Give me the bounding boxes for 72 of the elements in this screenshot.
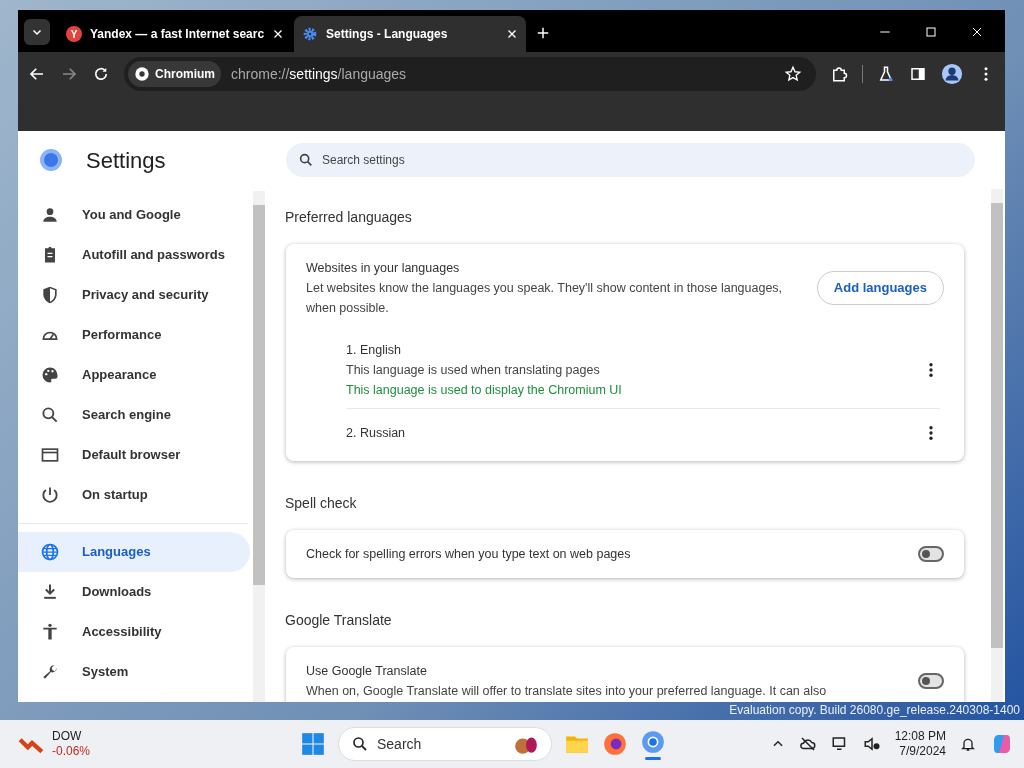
sidebar-item[interactable]: Downloads <box>18 572 250 612</box>
language-name: 1. English <box>346 342 402 359</box>
search-icon <box>40 405 60 425</box>
palette-icon <box>40 365 60 385</box>
sidebar-item[interactable]: Privacy and security <box>18 275 250 315</box>
star-icon[interactable] <box>784 65 802 83</box>
accessibility-icon <box>40 622 60 642</box>
forward-arrow-icon <box>60 65 78 83</box>
sidebar-item[interactable]: Search engine <box>18 395 250 435</box>
section-heading: Google Translate <box>285 611 393 630</box>
new-tab-icon[interactable] <box>536 26 551 40</box>
card-title: Use Google Translate <box>306 663 428 680</box>
sidebar-item[interactable]: You and Google <box>18 195 250 235</box>
shield-icon <box>40 285 60 305</box>
toggle-switch[interactable] <box>918 673 944 689</box>
chromium-logo-icon <box>134 66 150 82</box>
url-text: chrome://settings/languages <box>231 64 408 84</box>
clock-date: 7/9/2024 <box>899 744 946 759</box>
chromium-logo-icon <box>40 149 62 171</box>
sidebar-item[interactable]: Accessibility <box>18 612 250 652</box>
ticker-name: DOW <box>52 729 83 744</box>
sidebar-item[interactable]: On startup <box>18 475 250 515</box>
flask-icon[interactable] <box>877 65 895 83</box>
settings-title: Settings <box>86 146 166 175</box>
section-heading: Preferred languages <box>285 208 413 227</box>
power-icon <box>40 485 60 505</box>
browser-window-icon <box>40 445 60 465</box>
speaker-muted-icon[interactable] <box>862 735 881 753</box>
yandex-logo-icon: Y <box>66 26 82 42</box>
sidebar-item[interactable]: Autofill and passwords <box>18 235 250 275</box>
language-ui-note: This language is used to display the Chromium UI <box>346 382 623 399</box>
toggle-switch[interactable] <box>918 546 944 562</box>
sidebar-item[interactable]: Default browser <box>18 435 250 475</box>
cloud-off-icon[interactable] <box>798 735 817 753</box>
search-icon <box>351 735 369 753</box>
side-panel-icon[interactable] <box>909 65 927 83</box>
site-chip[interactable]: Chromium <box>128 61 221 87</box>
search-icon <box>298 152 314 168</box>
maximize-icon[interactable] <box>923 24 939 40</box>
extensions-icon[interactable] <box>830 65 848 83</box>
reload-icon[interactable] <box>92 65 110 83</box>
card-description: Let websites know the languages you speak. They'll show content in those languages, when possible. <box>306 280 784 317</box>
watermark-text: Evaluation copy. Build 26080.ge_release.240308-1400 <box>729 702 1020 719</box>
language-note: This language is used when translating pages <box>346 362 601 379</box>
chromium-logo-icon[interactable] <box>640 728 666 755</box>
sidebar-item[interactable]: Appearance <box>18 355 250 395</box>
person-icon <box>40 205 60 225</box>
address-bar[interactable]: Chromium chrome://settings/languages <box>124 57 816 91</box>
close-icon[interactable] <box>506 28 519 40</box>
clock-time: 12:08 PM <box>894 729 946 744</box>
language-name: 2. Russian <box>346 425 407 442</box>
ticker-change: -0.06% <box>52 744 91 759</box>
browser-tab[interactable]: Settings - Languages <box>294 16 527 52</box>
profile-avatar-icon[interactable] <box>941 63 963 85</box>
taskbar-search-bar[interactable]: Search <box>338 727 552 761</box>
card-description: When on, Google Translate will offer to translate sites into your preferred language. It can also <box>306 683 828 700</box>
sidebar-item[interactable]: Performance <box>18 315 250 355</box>
sidebar-item[interactable]: System <box>18 652 250 692</box>
card-title: Websites in your languages <box>306 260 461 277</box>
search-field[interactable]: Search settings <box>322 151 963 169</box>
globe-icon <box>40 542 60 562</box>
section-heading: Spell check <box>285 494 358 513</box>
sidebar-item[interactable]: Languages <box>18 532 250 572</box>
back-arrow-icon[interactable] <box>28 65 46 83</box>
settings-icon <box>302 26 319 42</box>
tab-search-button[interactable] <box>24 19 50 45</box>
bell-icon[interactable] <box>960 736 976 752</box>
close-icon[interactable] <box>272 28 285 40</box>
search-bar[interactable]: Search settings <box>286 143 975 177</box>
start-button-icon[interactable] <box>300 731 326 757</box>
taskbar-search-field[interactable]: Search <box>377 733 505 755</box>
card-title: Check for spelling errors when you type text on web pages <box>306 546 632 563</box>
